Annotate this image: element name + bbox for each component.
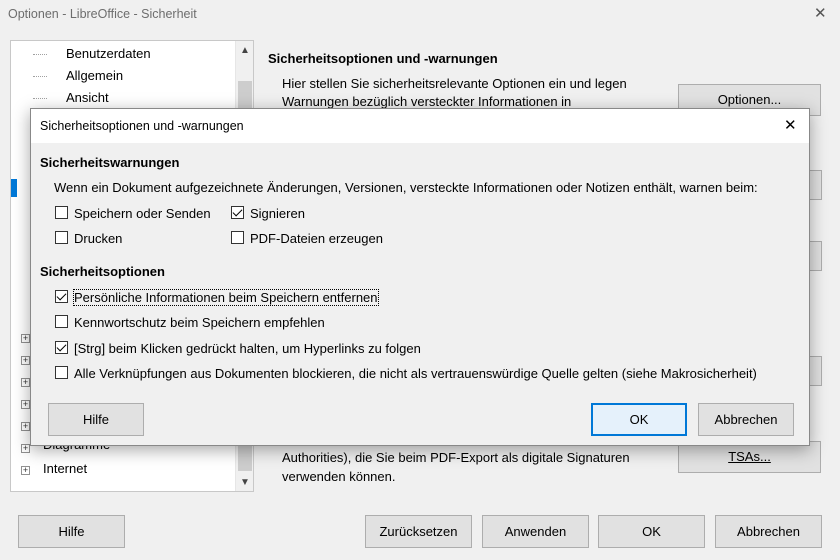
warn-save-checkbox[interactable] <box>55 206 68 219</box>
tree-item-benutzerdaten[interactable]: Benutzerdaten <box>66 46 151 61</box>
dialog-help-button[interactable]: Hilfe <box>48 403 144 436</box>
dialog-cancel-button[interactable]: Abbrechen <box>698 403 794 436</box>
dialog-close-icon[interactable]: ✕ <box>784 116 797 134</box>
expand-icon[interactable]: + <box>21 334 30 343</box>
reset-button[interactable]: Zurücksetzen <box>365 515 472 548</box>
warn-print-checkbox[interactable] <box>55 231 68 244</box>
tree-item-ansicht[interactable]: Ansicht <box>66 90 109 105</box>
ctrl-click-label[interactable]: [Strg] beim Klicken gedrückt halten, um … <box>74 341 421 356</box>
tree-selection-marker <box>11 179 17 197</box>
expand-icon[interactable]: + <box>21 400 30 409</box>
warn-sign-label[interactable]: Signieren <box>250 206 305 221</box>
tree-item-allgemein[interactable]: Allgemein <box>66 68 123 83</box>
remove-personal-info-checkbox[interactable] <box>55 290 68 303</box>
apply-button[interactable]: Anwenden <box>482 515 589 548</box>
ok-button[interactable]: OK <box>598 515 705 548</box>
remove-personal-info-label[interactable]: Persönliche Informationen beim Speichern… <box>73 289 379 306</box>
warn-sign-checkbox[interactable] <box>231 206 244 219</box>
window-title: Optionen - LibreOffice - Sicherheit <box>8 7 197 21</box>
expand-icon[interactable]: + <box>21 378 30 387</box>
scroll-down-icon[interactable]: ▼ <box>240 477 250 488</box>
warnings-heading: Sicherheitswarnungen <box>40 155 180 170</box>
warn-save-label[interactable]: Speichern oder Senden <box>74 206 211 221</box>
security-options-text-1: Hier stellen Sie sicherheitsrelevante Op… <box>282 76 627 91</box>
tree-item-internet[interactable]: Internet <box>43 461 87 476</box>
scroll-up-icon[interactable]: ▲ <box>240 45 250 56</box>
help-button[interactable]: Hilfe <box>18 515 125 548</box>
security-options-dialog: Sicherheitsoptionen und -warnungen ✕ Sic… <box>30 108 810 446</box>
expand-icon[interactable]: + <box>21 444 30 453</box>
dialog-titlebar: Sicherheitsoptionen und -warnungen ✕ <box>31 109 809 143</box>
cancel-button[interactable]: Abbrechen <box>715 515 822 548</box>
options-heading: Sicherheitsoptionen <box>40 264 165 279</box>
warn-pdf-checkbox[interactable] <box>231 231 244 244</box>
ctrl-click-checkbox[interactable] <box>55 341 68 354</box>
dialog-ok-button[interactable]: OK <box>591 403 687 436</box>
block-links-checkbox[interactable] <box>55 366 68 379</box>
block-links-label[interactable]: Alle Verknüpfungen aus Dokumenten blocki… <box>74 366 757 381</box>
window-close-icon[interactable]: ✕ <box>814 4 827 22</box>
tsa-text-1: Authorities), die Sie beim PDF-Export al… <box>282 450 630 465</box>
expand-icon[interactable]: + <box>21 356 30 365</box>
warnings-description: Wenn ein Dokument aufgezeichnete Änderun… <box>54 180 758 195</box>
dialog-title: Sicherheitsoptionen und -warnungen <box>40 119 244 133</box>
warn-pdf-label[interactable]: PDF-Dateien erzeugen <box>250 231 383 246</box>
security-options-heading: Sicherheitsoptionen und -warnungen <box>268 51 498 66</box>
warn-print-label[interactable]: Drucken <box>74 231 122 246</box>
tsa-text-2: verwenden können. <box>282 469 396 484</box>
security-options-text-2: Warnungen bezüglich versteckter Informat… <box>282 94 572 109</box>
expand-icon[interactable]: + <box>21 422 30 431</box>
recommend-password-checkbox[interactable] <box>55 315 68 328</box>
recommend-password-label[interactable]: Kennwortschutz beim Speichern empfehlen <box>74 315 325 330</box>
expand-icon[interactable]: + <box>21 466 30 475</box>
